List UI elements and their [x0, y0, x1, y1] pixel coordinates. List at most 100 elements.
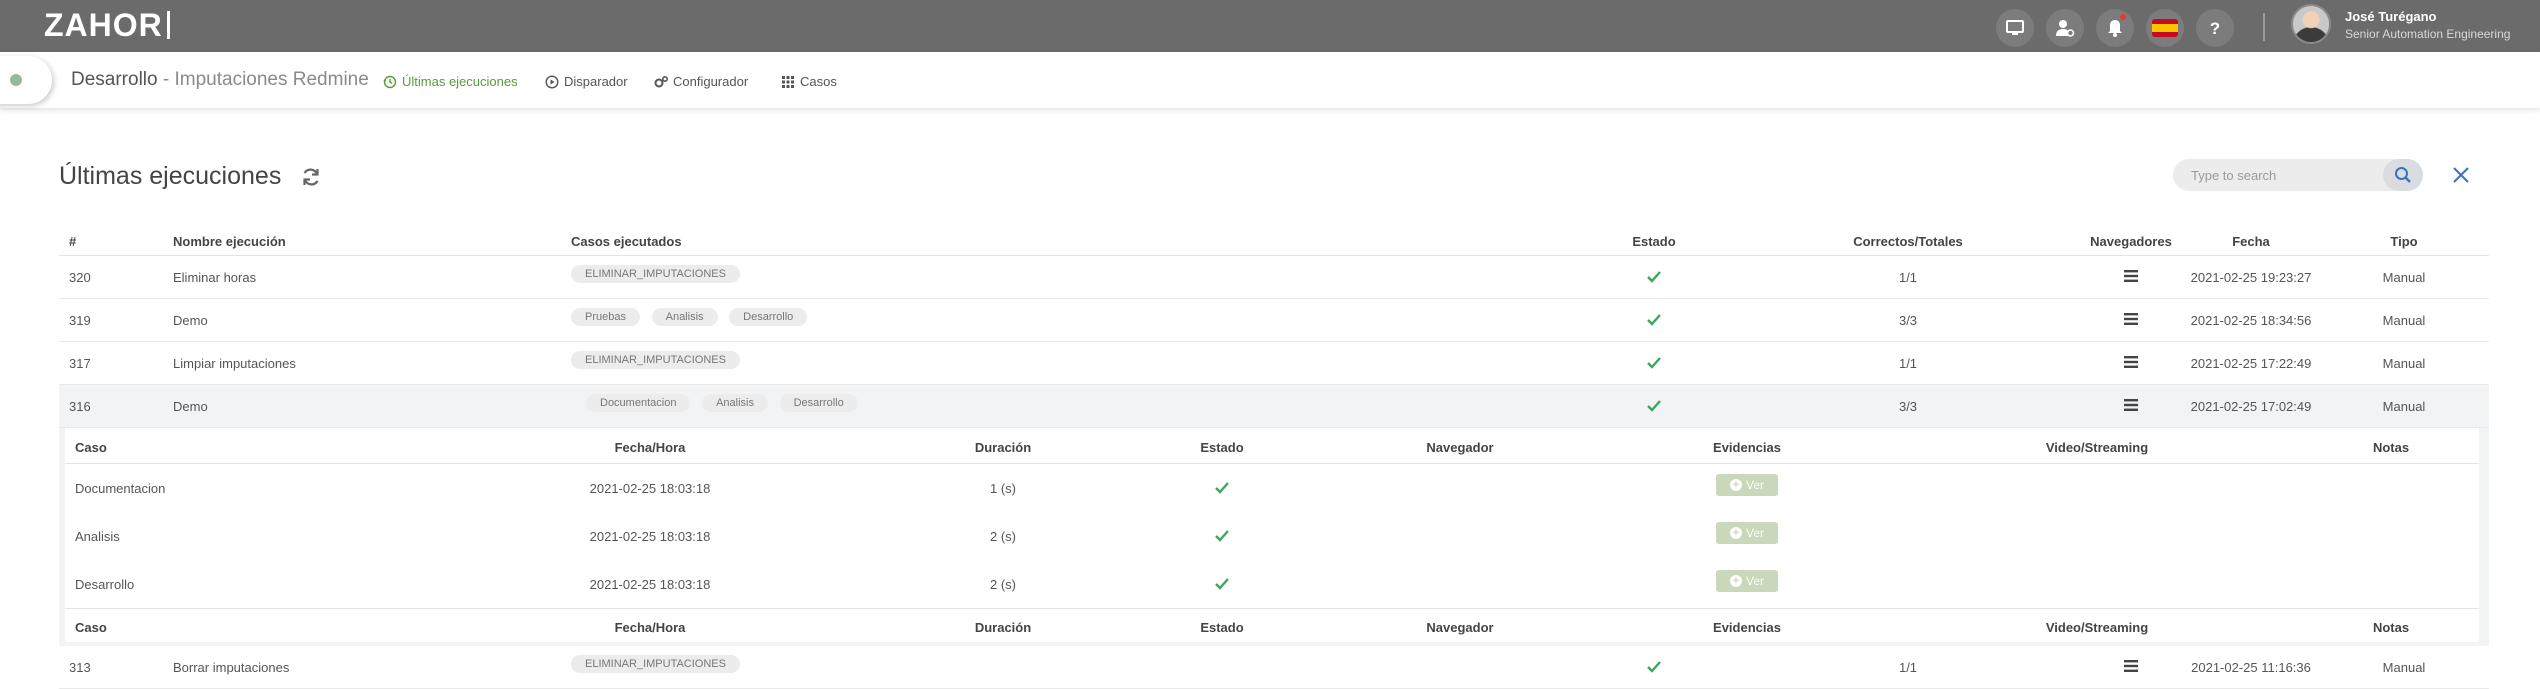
row-ratio: 3/3 [1898, 399, 1918, 414]
spain-flag-icon[interactable] [2146, 9, 2184, 47]
ver-evidence-button[interactable]: + Ver [1716, 474, 1778, 496]
header-divider [2263, 13, 2265, 41]
status-check-icon [1646, 270, 1662, 287]
close-icon[interactable] [2450, 164, 2472, 186]
case-chip: Analisis [651, 308, 718, 326]
nav-configurador[interactable]: Configurador [654, 74, 748, 89]
row-id: 313 [69, 660, 91, 675]
detail-footer-evidencias: Evidencias [1713, 620, 1781, 635]
header-id[interactable]: # [69, 234, 76, 249]
plus-circle-icon: + [1729, 575, 1742, 587]
row-date: 2021-02-25 11:16:36 [2191, 660, 2311, 675]
detail-case: Documentacion [75, 481, 166, 496]
executions-table: # Nombre ejecución Casos ejecutados Esta… [59, 226, 2489, 689]
row-id: 316 [69, 399, 91, 414]
search-box [2173, 159, 2423, 191]
header-casos[interactable]: Casos ejecutados [571, 234, 682, 249]
header-estado[interactable]: Estado [1632, 234, 1675, 249]
detail-row: Desarrollo 2021-02-25 18:03:18 2 (s) + Ve… [65, 560, 2479, 608]
sub-navigation: Desarrollo - Imputaciones Redmine Última… [0, 52, 2540, 108]
case-chip: ELIMINAR_IMPUTACIONES [571, 265, 740, 283]
table-row[interactable]: 313 Borrar imputaciones ELIMINAR_IMPUTAC… [59, 646, 2489, 689]
detail-footer-notas: Notas [2372, 620, 2410, 635]
case-chip: Desarrollo [779, 394, 858, 412]
status-check-icon [1646, 660, 1662, 677]
row-id: 319 [69, 313, 91, 328]
browsers-list-icon[interactable] [2124, 270, 2138, 285]
header-fecha[interactable]: Fecha [2232, 234, 2270, 249]
monitor-icon[interactable] [1996, 9, 2034, 47]
detail-header-estado: Estado [1200, 440, 1244, 455]
refresh-icon[interactable] [300, 166, 322, 188]
menu-toggle-button[interactable] [0, 56, 52, 104]
search-button[interactable] [2383, 159, 2423, 191]
browsers-list-icon[interactable] [2124, 356, 2138, 371]
row-type: Manual [2382, 356, 2426, 371]
row-date: 2021-02-25 17:02:49 [2190, 399, 2312, 414]
header-nombre[interactable]: Nombre ejecución [173, 234, 286, 249]
case-chip: Documentacion [586, 394, 691, 412]
browsers-list-icon[interactable] [2124, 313, 2138, 328]
table-row[interactable]: 319 Demo Pruebas Analisis Desarrollo 3/3… [59, 299, 2489, 342]
row-ratio: 1/1 [1898, 356, 1918, 371]
search-input[interactable] [2191, 166, 2381, 184]
row-type: Manual [2382, 660, 2426, 675]
row-name: Limpiar imputaciones [173, 356, 296, 371]
grid-icon [782, 75, 794, 88]
detail-footer-fecha: Fecha/Hora [614, 620, 686, 635]
history-icon [383, 75, 397, 88]
case-chip: ELIMINAR_IMPUTACIONES [571, 351, 740, 369]
row-date: 2021-02-25 19:23:27 [2190, 270, 2312, 285]
row-date: 2021-02-25 18:34:56 [2190, 313, 2312, 328]
row-name: Demo [173, 313, 208, 328]
row-name: Borrar imputaciones [173, 660, 290, 675]
detail-header-video: Video/Streaming [2045, 440, 2149, 455]
plus-circle-icon: + [1729, 527, 1742, 539]
nav-disparador[interactable]: Disparador [545, 74, 628, 89]
detail-datetime: 2021-02-25 18:03:18 [589, 529, 711, 544]
status-check-icon [1214, 529, 1230, 546]
table-row-expanded[interactable]: 316 Demo Documentacion Analisis Desarrol… [59, 385, 2489, 428]
play-circle-icon [545, 74, 559, 89]
svg-text:?: ? [2210, 19, 2220, 38]
row-id: 320 [69, 270, 91, 285]
bell-icon[interactable] [2096, 9, 2134, 47]
toggle-icon [10, 74, 22, 86]
detail-datetime: 2021-02-25 18:03:18 [589, 577, 711, 592]
table-row[interactable]: 317 Limpiar imputaciones ELIMINAR_IMPUTA… [59, 342, 2489, 385]
detail-case: Analisis [75, 529, 120, 544]
header-correctos[interactable]: Correctos/Totales [1853, 234, 1963, 249]
case-chip: Pruebas [571, 308, 640, 326]
header-navegadores[interactable]: Navegadores [2090, 234, 2172, 249]
table-header: # Nombre ejecución Casos ejecutados Esta… [59, 226, 2489, 256]
nav-ultimas-ejecuciones[interactable]: Últimas ejecuciones [383, 74, 518, 89]
project-title: Desarrollo - Imputaciones Redmine [71, 69, 369, 90]
status-check-icon [1214, 481, 1230, 498]
browsers-list-icon[interactable] [2124, 660, 2138, 675]
ver-evidence-button[interactable]: + Ver [1716, 522, 1778, 544]
row-ratio: 3/3 [1898, 313, 1918, 328]
browsers-list-icon[interactable] [2124, 399, 2138, 414]
row-ratio: 1/1 [1898, 270, 1918, 285]
search-icon [2395, 167, 2411, 183]
status-check-icon [1646, 356, 1662, 373]
notification-dot [2120, 14, 2126, 20]
ver-evidence-button[interactable]: + Ver [1716, 570, 1778, 592]
detail-footer-navegador: Navegador [1426, 620, 1494, 635]
detail-duration: 2 (s) [990, 529, 1016, 544]
zahori-logo[interactable]: ZAHOR [44, 7, 170, 43]
nav-casos[interactable]: Casos [781, 74, 837, 89]
plus-circle-icon: + [1729, 479, 1742, 491]
user-settings-icon[interactable] [2046, 9, 2084, 47]
table-row[interactable]: 320 Eliminar horas ELIMINAR_IMPUTACIONES… [59, 256, 2489, 299]
row-date: 2021-02-25 17:22:49 [2190, 356, 2312, 371]
case-chip: ELIMINAR_IMPUTACIONES [571, 655, 740, 673]
avatar[interactable] [2291, 4, 2331, 44]
detail-case: Desarrollo [75, 577, 135, 592]
detail-footer: Caso Fecha/Hora Duración Estado Navegado… [65, 608, 2479, 644]
status-check-icon [1646, 313, 1662, 330]
detail-header-duracion: Duración [974, 440, 1032, 455]
help-icon[interactable]: ? [2196, 9, 2234, 47]
header-tipo[interactable]: Tipo [2390, 234, 2417, 249]
status-check-icon [1214, 577, 1230, 594]
